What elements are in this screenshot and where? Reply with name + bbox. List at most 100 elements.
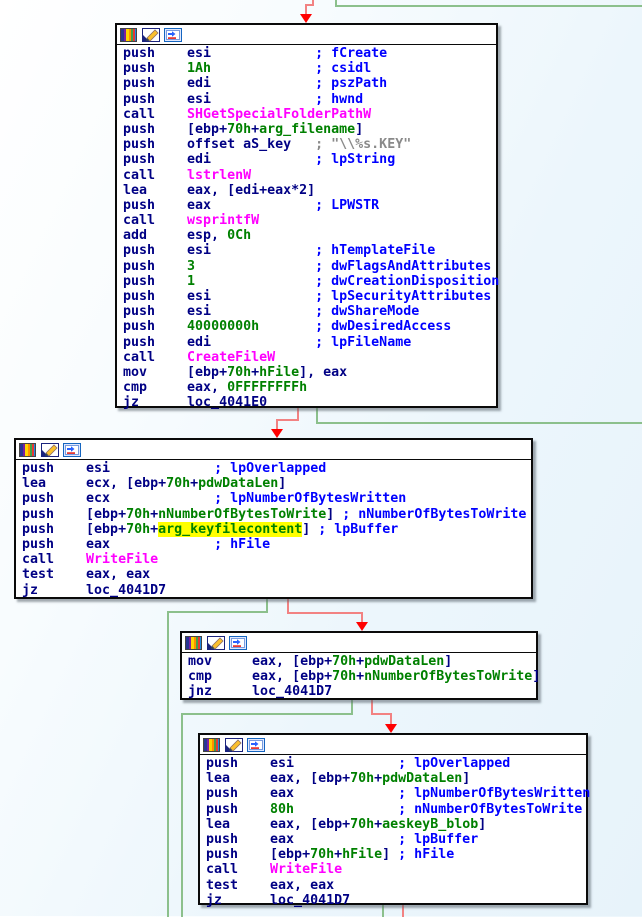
code-line[interactable]: jz loc_4041E0: [123, 395, 496, 410]
code-line[interactable]: push 40000000h ; dwDesiredAccess: [123, 319, 496, 334]
code-segment: ]: [326, 507, 342, 522]
code-segment: cmp eax,: [123, 380, 227, 395]
code-segment: ; lpSecurityAttributes: [315, 289, 491, 304]
code-line[interactable]: push esi ; lpOverlapped: [206, 756, 586, 771]
code-line[interactable]: push 3 ; dwFlagsAndAttributes: [123, 259, 496, 274]
edge-segment: [181, 713, 183, 917]
code-segment: 0FFFFFFFFh: [227, 380, 307, 395]
block-lencheck[interactable]: mov eax, [ebp+70h+pdwDataLen]cmp eax, [e…: [180, 631, 538, 700]
edit-comment-icon[interactable]: [142, 28, 160, 42]
code-line[interactable]: push eax ; LPWSTR: [123, 198, 496, 213]
code-line[interactable]: jz loc_4041D7: [206, 893, 586, 908]
code-segment: +: [374, 817, 382, 832]
code-segment: push eax: [206, 832, 398, 847]
code-segment: ; dwShareMode: [315, 304, 419, 319]
code-line[interactable]: push esi ; lpOverlapped: [22, 461, 531, 476]
code-segment: call: [22, 552, 86, 567]
block-title-bar: [182, 633, 536, 653]
code-line[interactable]: push 1Ah ; csidl: [123, 61, 496, 76]
code-line[interactable]: push edi ; lpString: [123, 152, 496, 167]
code-line[interactable]: cmp eax, 0FFFFFFFFh: [123, 380, 496, 395]
code-segment: push [ebp+: [206, 847, 310, 862]
code-line[interactable]: push eax ; lpNumberOfBytesWritten: [206, 786, 586, 801]
edge-arrowhead-icon: [356, 622, 368, 631]
code-segment: [294, 802, 398, 817]
code-line[interactable]: lea ecx, [ebp+70h+pdwDataLen]: [22, 476, 531, 491]
group-node-icon[interactable]: [229, 636, 247, 650]
code-line[interactable]: mov eax, [ebp+70h+pdwDataLen]: [188, 654, 536, 669]
code-line[interactable]: push [ebp+70h+arg_filename]: [123, 122, 496, 137]
code-line[interactable]: push [ebp+70h+arg_keyfilecontent] ; lpBu…: [22, 522, 531, 537]
code-line[interactable]: lea eax, [edi+eax*2]: [123, 183, 496, 198]
block-createfile[interactable]: push esi ; fCreatepush 1Ah ; csidlpush e…: [115, 23, 498, 408]
code-segment: ]: [382, 847, 398, 862]
code-segment: 3: [187, 259, 195, 274]
code-segment: ; dwCreationDisposition: [315, 274, 499, 289]
code-segment: call: [123, 168, 187, 183]
code-line[interactable]: push esi ; dwShareMode: [123, 304, 496, 319]
code-segment: push edi: [123, 76, 315, 91]
edit-comment-icon[interactable]: [41, 443, 59, 457]
code-segment: +: [334, 847, 342, 862]
block-writefile-2[interactable]: push esi ; lpOverlappedlea eax, [ebp+70h…: [198, 733, 588, 905]
code-line[interactable]: test eax, eax: [22, 567, 531, 582]
code-line[interactable]: lea eax, [ebp+70h+pdwDataLen]: [206, 771, 586, 786]
code-line[interactable]: cmp eax, [ebp+70h+nNumberOfBytesToWrite]: [188, 669, 536, 684]
code-segment: 70h: [332, 669, 356, 684]
code-line[interactable]: jnz loc_4041D7: [188, 684, 536, 699]
node-color-icon[interactable]: [19, 443, 37, 457]
code-segment: push: [123, 259, 187, 274]
code-line[interactable]: push esi ; hTemplateFile: [123, 243, 496, 258]
group-node-icon[interactable]: [247, 738, 265, 752]
code-segment: arg_keyfilecontent: [158, 522, 302, 537]
code-segment: push: [206, 802, 270, 817]
group-node-icon[interactable]: [164, 28, 182, 42]
block-title-bar: [117, 25, 496, 45]
group-node-icon[interactable]: [63, 443, 81, 457]
code-segment: ]: [302, 522, 318, 537]
code-line[interactable]: lea eax, [ebp+70h+aeskeyB_blob]: [206, 817, 586, 832]
code-line[interactable]: push offset aS_key ; "\\%s.KEY": [123, 137, 496, 152]
node-color-icon[interactable]: [185, 636, 203, 650]
code-segment: call: [123, 107, 187, 122]
code-line[interactable]: push [ebp+70h+nNumberOfBytesToWrite] ; n…: [22, 507, 531, 522]
node-color-icon[interactable]: [203, 738, 221, 752]
code-segment: [195, 274, 315, 289]
code-line[interactable]: push eax ; lpBuffer: [206, 832, 586, 847]
code-line[interactable]: add esp, 0Ch: [123, 228, 496, 243]
edit-comment-icon[interactable]: [225, 738, 243, 752]
code-segment: 70h: [126, 522, 150, 537]
code-line[interactable]: call WriteFile: [206, 862, 586, 877]
code-line[interactable]: mov [ebp+70h+hFile], eax: [123, 365, 496, 380]
code-segment: pdwDataLen: [198, 476, 278, 491]
code-segment: 70h: [310, 847, 334, 862]
code-line[interactable]: push [ebp+70h+hFile] ; hFile: [206, 847, 586, 862]
code-line[interactable]: push 1 ; dwCreationDisposition: [123, 274, 496, 289]
code-line[interactable]: push esi ; fCreate: [123, 46, 496, 61]
code-line[interactable]: test eax, eax: [206, 878, 586, 893]
code-line[interactable]: call WriteFile: [22, 552, 531, 567]
code-line[interactable]: push esi ; hwnd: [123, 92, 496, 107]
code-line[interactable]: push edi ; lpFileName: [123, 335, 496, 350]
edge-segment: [167, 611, 268, 613]
code-line[interactable]: call SHGetSpecialFolderPathW: [123, 107, 496, 122]
code-line[interactable]: push esi ; lpSecurityAttributes: [123, 289, 496, 304]
code-line[interactable]: push 80h ; nNumberOfBytesToWrite: [206, 802, 586, 817]
code-line[interactable]: call CreateFileW: [123, 350, 496, 365]
code-segment: ; lpBuffer: [398, 832, 478, 847]
node-color-icon[interactable]: [120, 28, 138, 42]
code-line[interactable]: call wsprintfW: [123, 213, 496, 228]
code-segment: WriteFile: [270, 862, 342, 877]
code-line[interactable]: push edi ; pszPath: [123, 76, 496, 91]
code-segment: push [ebp+: [22, 507, 126, 522]
code-segment: [195, 259, 315, 274]
code-segment: ; dwFlagsAndAttributes: [315, 259, 491, 274]
code-line[interactable]: call lstrlenW: [123, 168, 496, 183]
code-line[interactable]: push ecx ; lpNumberOfBytesWritten: [22, 491, 531, 506]
block-writefile-1[interactable]: push esi ; lpOverlappedlea ecx, [ebp+70h…: [14, 438, 533, 599]
code-line[interactable]: jz loc_4041D7: [22, 583, 531, 598]
edit-comment-icon[interactable]: [207, 636, 225, 650]
code-line[interactable]: push eax ; hFile: [22, 537, 531, 552]
code-segment: 40000000h: [187, 319, 259, 334]
code-segment: mov eax, [ebp+: [188, 654, 332, 669]
